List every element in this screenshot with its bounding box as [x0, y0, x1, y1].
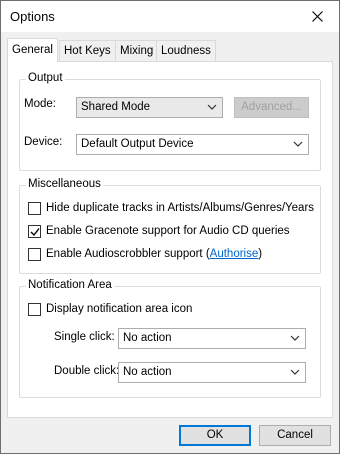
tab-strip: General Hot Keys Mixing Loudness: [1, 38, 339, 62]
output-group-title: Output: [26, 72, 65, 84]
tab-general[interactable]: General: [7, 38, 58, 62]
ok-button[interactable]: OK: [179, 425, 251, 446]
authorise-link[interactable]: Authorise: [210, 248, 259, 260]
chevron-down-icon: [293, 141, 303, 147]
double-click-label: Double click:: [54, 365, 120, 377]
tab-mixing[interactable]: Mixing: [115, 40, 159, 61]
chevron-down-icon: [290, 335, 300, 341]
device-label: Device:: [24, 136, 63, 148]
display-notification-icon-checkbox[interactable]: [28, 302, 41, 316]
display-notification-icon-label: Display notification area icon: [46, 303, 193, 315]
general-tab-panel: Output Mode: Shared Mode Advanced... Dev…: [7, 61, 333, 418]
gracenote-checkbox[interactable]: [28, 224, 41, 238]
audioscrobbler-label-suffix: ): [258, 248, 263, 260]
checkmark-icon: [30, 227, 40, 236]
options-dialog: Options General Hot Keys Mixing Loudness…: [0, 0, 340, 454]
single-click-select-value: No action: [123, 332, 172, 344]
close-icon: [311, 11, 323, 22]
tab-loudness[interactable]: Loudness: [156, 40, 216, 61]
gracenote-label: Enable Gracenote support for Audio CD qu…: [46, 225, 290, 237]
hide-duplicates-checkbox[interactable]: [28, 201, 41, 215]
miscellaneous-group-title: Miscellaneous: [26, 178, 103, 190]
notification-area-group-title: Notification Area: [26, 279, 114, 291]
hide-duplicates-label: Hide duplicate tracks in Artists/Albums/…: [46, 202, 315, 214]
chevron-down-icon: [207, 104, 217, 110]
audioscrobbler-label: Enable Audioscrobbler support (Authorise…: [46, 248, 262, 260]
audioscrobbler-checkbox[interactable]: [28, 247, 41, 261]
output-group: Output Mode: Shared Mode Advanced... Dev…: [19, 72, 321, 171]
title-bar: Options: [1, 1, 339, 32]
display-notification-icon-option[interactable]: Display notification area icon: [28, 301, 192, 317]
hide-duplicates-option[interactable]: Hide duplicate tracks in Artists/Albums/…: [28, 200, 314, 216]
device-select[interactable]: Default Output Device: [76, 134, 309, 155]
notification-area-group: Notification Area Display notification a…: [19, 279, 321, 398]
cancel-button[interactable]: Cancel: [259, 425, 331, 446]
window-title: Options: [10, 9, 55, 24]
gracenote-option[interactable]: Enable Gracenote support for Audio CD qu…: [28, 223, 290, 239]
mode-label: Mode:: [24, 98, 56, 110]
single-click-select[interactable]: No action: [118, 328, 306, 349]
double-click-select-value: No action: [123, 366, 172, 378]
audioscrobbler-option[interactable]: Enable Audioscrobbler support (Authorise…: [28, 246, 262, 262]
device-select-value: Default Output Device: [81, 138, 194, 150]
miscellaneous-group: Miscellaneous Hide duplicate tracks in A…: [19, 178, 321, 274]
advanced-button[interactable]: Advanced...: [234, 97, 309, 118]
chevron-down-icon: [290, 369, 300, 375]
single-click-label: Single click:: [54, 331, 115, 343]
close-button[interactable]: [295, 1, 339, 32]
audioscrobbler-label-text: Enable Audioscrobbler support (: [46, 248, 210, 260]
mode-select[interactable]: Shared Mode: [76, 97, 223, 118]
tab-hot-keys[interactable]: Hot Keys: [59, 40, 116, 61]
mode-select-value: Shared Mode: [81, 101, 151, 113]
double-click-select[interactable]: No action: [118, 362, 306, 383]
